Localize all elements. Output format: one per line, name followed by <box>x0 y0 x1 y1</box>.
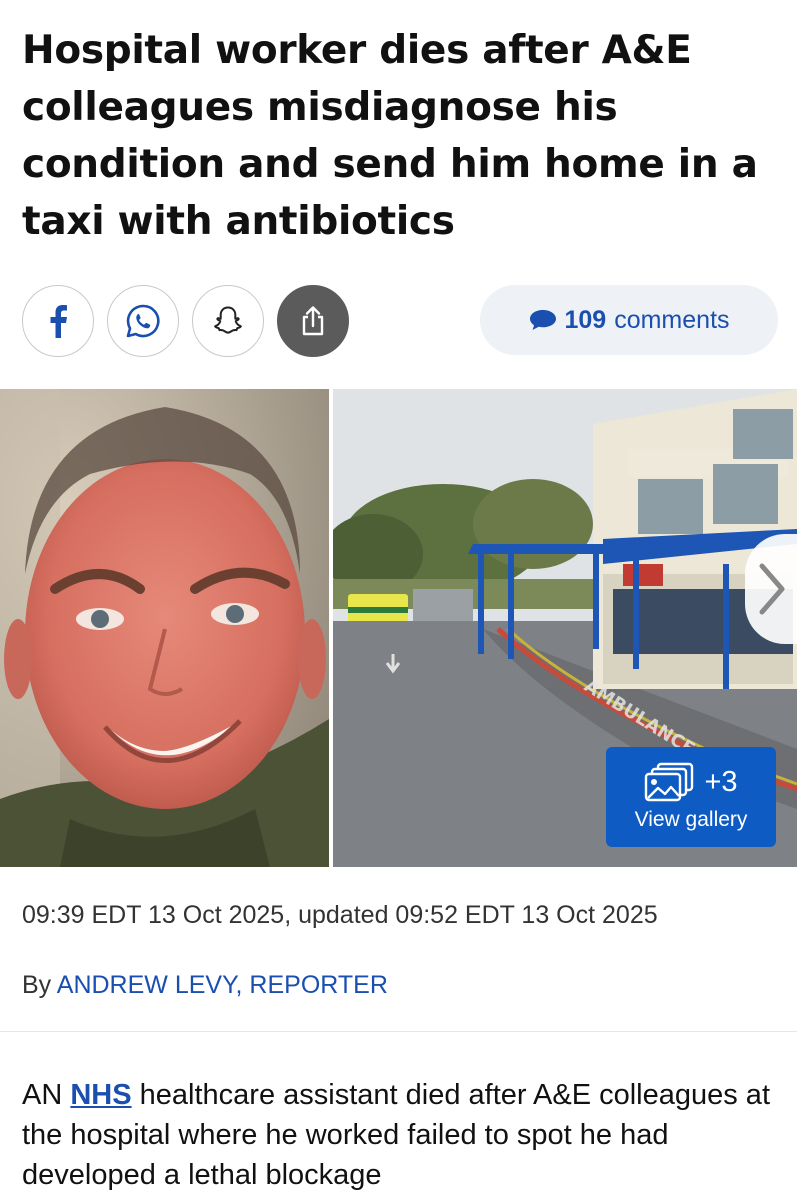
facebook-icon <box>50 305 67 338</box>
share-bar: 109 comments <box>22 283 778 357</box>
view-gallery-button[interactable]: +3 View gallery <box>606 747 776 847</box>
snapchat-icon <box>214 306 242 334</box>
body-text: healthcare assistant died after A&E coll… <box>22 1079 770 1191</box>
carousel-next-button[interactable] <box>745 534 797 644</box>
article-byline: By ANDREW LEVY, REPORTER <box>22 971 388 1000</box>
whatsapp-share-button[interactable] <box>107 285 179 357</box>
section-divider <box>0 1031 797 1032</box>
facebook-share-button[interactable] <box>22 285 94 357</box>
view-gallery-label: View gallery <box>634 808 748 831</box>
comments-count: 109 <box>564 305 607 334</box>
gallery-icon <box>645 762 694 802</box>
article-timestamp: 09:39 EDT 13 Oct 2025, updated 09:52 EDT… <box>22 901 658 929</box>
gallery-extra-count: +3 <box>704 765 738 798</box>
whatsapp-icon <box>126 304 160 338</box>
comment-bubble-icon <box>530 310 557 330</box>
comments-button[interactable]: 109 comments <box>480 285 778 355</box>
nhs-topic-link[interactable]: NHS <box>70 1079 131 1111</box>
portrait-photo <box>0 389 329 867</box>
article-image-carousel[interactable]: AMBULANCES +3 View gallery <box>0 389 797 867</box>
byline-prefix: By <box>22 971 52 999</box>
article-headline: Hospital worker dies after A&E colleague… <box>22 28 758 244</box>
share-button[interactable] <box>277 285 349 357</box>
body-lead: AN <box>22 1079 63 1111</box>
share-icon <box>302 306 324 336</box>
chevron-right-icon <box>759 563 785 615</box>
author-link[interactable]: ANDREW LEVY, REPORTER <box>57 971 388 999</box>
article-body-paragraph: AN NHS healthcare assistant died after A… <box>22 1075 782 1195</box>
comments-label: comments <box>614 305 730 334</box>
snapchat-share-button[interactable] <box>192 285 264 357</box>
